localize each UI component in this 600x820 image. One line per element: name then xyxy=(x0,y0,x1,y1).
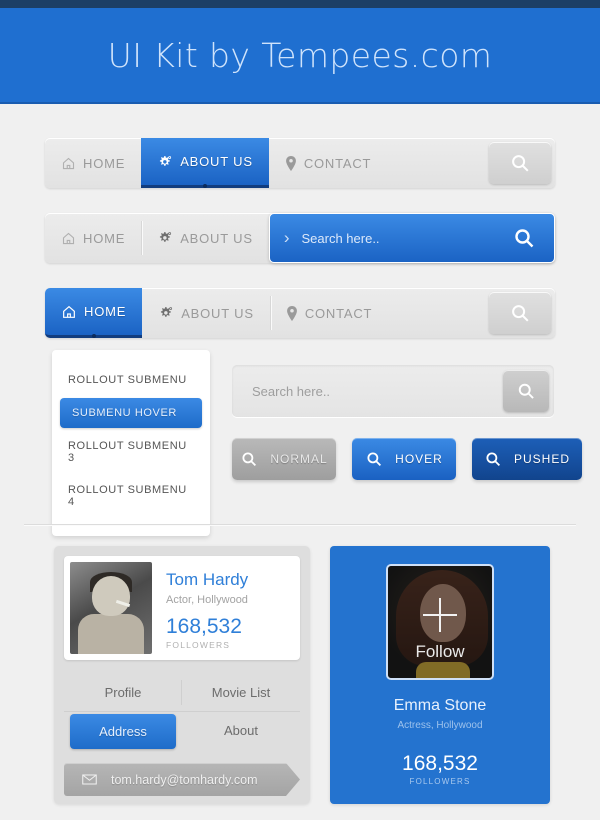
search-icon xyxy=(240,450,258,468)
home-icon xyxy=(61,231,76,246)
profile-header: Tom Hardy Actor, Hollywood 168,532 FOLLO… xyxy=(64,556,300,660)
profile-card: Tom Hardy Actor, Hollywood 168,532 FOLLO… xyxy=(54,546,310,804)
nav3-search-button[interactable] xyxy=(489,292,551,334)
search-box[interactable]: Search here.. xyxy=(232,365,554,417)
profile-role: Actor, Hollywood xyxy=(166,594,248,606)
navbar-1: HOME ABOUT US CONTACT xyxy=(45,138,555,188)
nav2-item-home[interactable]: HOME xyxy=(45,213,141,263)
profile-info: Tom Hardy Actor, Hollywood 168,532 FOLLO… xyxy=(166,562,248,654)
email-bar[interactable]: tom.hardy@tomhardy.com xyxy=(64,763,300,796)
nav1-item-home[interactable]: HOME xyxy=(45,138,141,188)
nav1-spacer xyxy=(387,138,489,188)
search-icon xyxy=(484,450,502,468)
navbar-3: HOME ABOUT US CONTACT xyxy=(45,288,555,338)
follow-label: Follow xyxy=(415,642,465,661)
nav2-search-input[interactable]: Search here.. xyxy=(302,231,501,246)
home-icon xyxy=(61,156,76,171)
nav1-label-contact: CONTACT xyxy=(303,155,372,171)
gear-icon xyxy=(157,230,173,246)
button-pushed-label: PUSHED xyxy=(514,452,571,466)
nav2-item-about-us[interactable]: ABOUT US xyxy=(141,213,269,263)
nav3-item-contact[interactable]: CONTACT xyxy=(269,288,388,338)
search-icon xyxy=(365,450,383,468)
pin-icon xyxy=(285,155,297,171)
search-box-button[interactable] xyxy=(503,370,549,412)
profile-tab-about[interactable]: About xyxy=(182,712,300,751)
nav3-label-contact: CONTACT xyxy=(304,305,373,321)
follow-followers-label: FOLLOWERS xyxy=(409,777,471,786)
home-icon xyxy=(61,304,77,320)
search-icon xyxy=(509,152,531,174)
page-banner: UI Kit by Tempees.com xyxy=(0,8,600,104)
rollout-submenu: ROLLOUT SUBMENU SUBMENU HOVER ROLLOUT SU… xyxy=(52,350,210,536)
follow-avatar[interactable]: Follow xyxy=(386,564,494,680)
follow-role: Actress, Hollywood xyxy=(397,720,483,731)
navbar-2: HOME ABOUT US › Search here.. xyxy=(45,213,555,263)
profile-tab-profile[interactable]: Profile xyxy=(64,674,182,712)
follow-card: Follow Emma Stone Actress, Hollywood 168… xyxy=(330,546,550,804)
submenu-item-3[interactable]: ROLLOUT SUBMENU 3 xyxy=(52,430,210,474)
profile-name: Tom Hardy xyxy=(166,570,249,589)
follow-name: Emma Stone xyxy=(393,697,487,714)
search-input[interactable]: Search here.. xyxy=(252,384,503,399)
profile-followers-count: 168,532 xyxy=(166,615,242,638)
profile-followers-label: FOLLOWERS xyxy=(166,640,231,650)
follow-followers-count: 168,532 xyxy=(402,752,478,775)
nav1-item-contact[interactable]: CONTACT xyxy=(269,138,387,188)
gear-icon xyxy=(158,305,174,321)
nav1-label-home: HOME xyxy=(83,155,126,171)
top-strip xyxy=(0,0,600,8)
nav2-search-panel-wrap: › Search here.. xyxy=(268,213,555,263)
button-hover-label: HOVER xyxy=(395,452,443,466)
submenu-item-2-hover[interactable]: SUBMENU HOVER xyxy=(60,398,202,428)
nav3-label-home: HOME xyxy=(84,304,127,319)
profile-tab-address[interactable]: Address xyxy=(70,714,176,749)
button-pushed[interactable]: PUSHED xyxy=(472,438,582,480)
nav3-label-about-us: ABOUT US xyxy=(181,305,254,321)
button-normal-label: NORMAL xyxy=(270,452,328,466)
submenu-item-1[interactable]: ROLLOUT SUBMENU xyxy=(52,364,210,396)
nav1-search-button[interactable] xyxy=(489,142,551,184)
nav2-label-home: HOME xyxy=(83,230,126,246)
nav1-item-about-us[interactable]: ABOUT US xyxy=(141,138,269,188)
button-normal[interactable]: NORMAL xyxy=(232,438,336,480)
button-states-row: NORMAL HOVER PUSHED xyxy=(232,438,582,480)
plus-icon xyxy=(423,598,457,633)
nav3-item-about-us[interactable]: ABOUT US xyxy=(142,288,270,338)
search-icon[interactable] xyxy=(512,226,536,250)
profile-tab-movie-list[interactable]: Movie List xyxy=(182,674,300,712)
nav3-spacer xyxy=(388,288,489,338)
email-address: tom.hardy@tomhardy.com xyxy=(111,772,258,787)
search-icon xyxy=(516,381,536,401)
nav1-label-about-us: ABOUT US xyxy=(180,154,253,169)
submenu-item-4[interactable]: ROLLOUT SUBMENU 4 xyxy=(52,474,210,518)
gear-icon xyxy=(157,154,173,170)
search-icon xyxy=(509,302,531,324)
pin-icon xyxy=(286,305,298,321)
avatar xyxy=(70,562,152,654)
nav2-label-about-us: ABOUT US xyxy=(180,230,253,246)
button-hover[interactable]: HOVER xyxy=(352,438,456,480)
page-title: UI Kit by Tempees.com xyxy=(107,35,493,75)
profile-tabs: Profile Movie List Address About xyxy=(64,674,300,751)
nav3-item-home[interactable]: HOME xyxy=(45,288,143,338)
chevron-right-icon: › xyxy=(283,228,290,247)
section-divider xyxy=(24,524,576,525)
ui-kit-page: UI Kit by Tempees.com HOME ABOUT US CONT… xyxy=(0,0,600,820)
nav2-search-panel[interactable]: › Search here.. xyxy=(268,213,555,263)
envelope-icon xyxy=(82,774,97,785)
